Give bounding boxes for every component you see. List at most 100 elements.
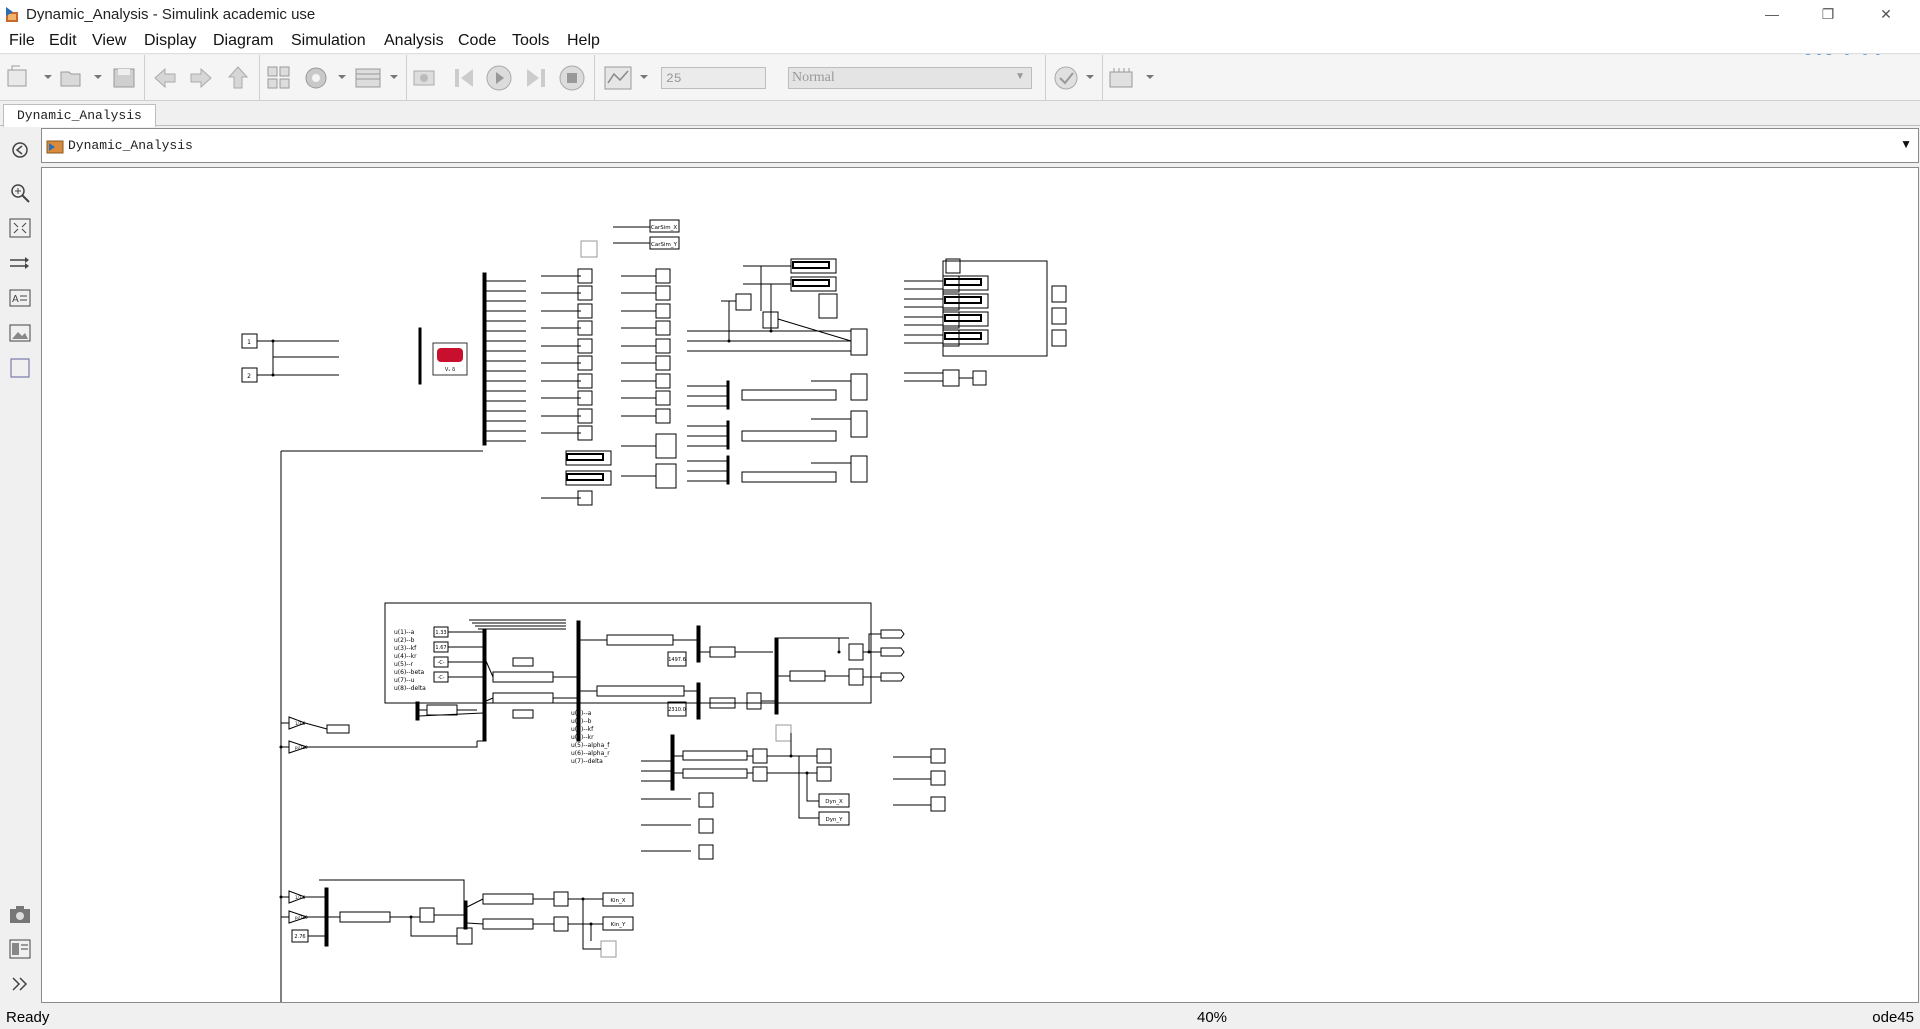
dyn-x-label: Dyn_X [825,799,843,805]
block-diagram[interactable]: 1 2 Vₓ δ CarSim_X CarSim_Y u(1)--a u(2)-… [42,168,1919,1003]
kin-x-label: Kin_X [610,898,625,904]
library-browser-icon[interactable] [266,55,292,101]
tab-dynamic-analysis[interactable]: Dynamic_Analysis [3,104,156,127]
inport-2-label: 2 [247,373,251,380]
const-b: 1.67 [435,645,446,651]
hide-explorer-icon[interactable] [8,138,32,162]
simulink-app-icon [6,7,18,22]
model-config-icon[interactable] [302,55,348,101]
toolbar: 25 Normal ▼ [0,55,1920,101]
menu-view[interactable]: View [92,32,126,50]
menu-code[interactable]: Code [458,32,496,50]
gain-steer-kin: pi/180 [295,915,308,920]
const-kr: -C- [437,675,444,681]
model-icon [46,140,64,154]
build-icon[interactable] [1108,55,1154,101]
simulation-mode-select[interactable]: Normal ▼ [788,67,1032,89]
kin-y-label: Kin_Y [611,922,626,928]
fcn2-line-2: u(2)--b [571,718,592,725]
fcn2-line-7: u(7)--delta [571,758,603,765]
forward-icon[interactable] [188,55,214,101]
breadcrumb-model[interactable]: Dynamic_Analysis [68,138,193,153]
check-icon[interactable] [1052,55,1098,101]
menu-display[interactable]: Display [144,32,196,50]
fcn1-line-7: u(7)--u [394,677,415,684]
zoom-in-icon[interactable] [8,181,32,205]
step-back-icon[interactable] [451,55,479,101]
const-a: 1.33 [435,630,446,636]
fcn1-line-2: u(2)--b [394,637,415,644]
inport-1-label: 1 [247,339,251,346]
title-bar: Dynamic_Analysis - Simulink academic use… [0,0,1920,74]
screenshot-icon[interactable] [8,902,32,926]
fcn1-line-5: u(5)--r [394,661,414,668]
image-icon[interactable] [8,321,32,345]
fcn1-line-3: u(3)--kf [394,645,417,652]
run-icon[interactable] [485,55,513,101]
svg-text:Vₓ δ: Vₓ δ [445,367,455,373]
zoom-level: 40% [1197,1009,1228,1026]
menu-file[interactable]: File [9,32,35,50]
menu-simulation[interactable]: Simulation [291,32,366,50]
stop-time-input[interactable]: 25 [661,67,766,89]
open-icon[interactable] [58,55,104,101]
breadcrumb: Dynamic_Analysis ▼ [41,128,1919,163]
fcn1-line-8: u(8)--delta [394,685,426,692]
simulation-mode-value: Normal [792,70,835,85]
annotation-icon[interactable]: A [8,286,32,310]
carsim-x-label: CarSim_X [651,225,678,231]
explorer-bar-icon[interactable] [8,937,32,961]
const-wheelbase: 2.76 [294,934,305,940]
fcn2-line-5: u(5)--alpha_f [571,742,610,749]
menu-diagram[interactable]: Diagram [213,32,273,50]
fcn1-line-6: u(6)--beta [394,669,424,676]
carsim-subsystem-area: 1 2 Vₓ δ CarSim_X CarSim_Y [241,219,1067,506]
expand-icon[interactable] [8,972,32,996]
menu-bar: File Edit View Display Diagram Simulatio… [0,28,1920,54]
area-icon[interactable] [8,356,32,380]
model-explorer-icon[interactable] [354,55,400,101]
new-model-icon[interactable] [6,55,52,101]
breadcrumb-dropdown-icon[interactable]: ▼ [1900,137,1912,151]
fcn2-line-6: u(6)--alpha_r [571,750,610,757]
fcn2-line-4: u(4)--kr [571,734,594,741]
kinematic-model-area: 1/3.6 pi/180 2.76 Kin_X Kin_Y [281,879,634,958]
const-mass-f: 1497.6 [668,657,686,663]
menu-analysis[interactable]: Analysis [384,32,444,50]
carsim-y-label: CarSim_Y [651,242,678,248]
step-forward-icon[interactable] [521,55,549,101]
minimize-button[interactable]: — [1752,2,1792,26]
fcn2-line-1: u(1)--a [571,710,592,717]
stop-icon[interactable] [558,55,586,101]
up-icon[interactable] [226,55,250,101]
gain-speed-kin: 1/3.6 [295,895,306,900]
model-canvas[interactable]: 1 2 Vₓ δ CarSim_X CarSim_Y u(1)--a u(2)-… [41,167,1919,1003]
scope-data-inspector-icon[interactable] [603,55,653,101]
fcn1-line-4: u(4)--kr [394,653,417,660]
const-kf: -C- [437,660,444,666]
chevron-down-icon: ▼ [1015,71,1025,82]
palette-toolbar: A [0,128,40,1004]
dynamic-model-area: u(1)--a u(2)--b u(3)--kf u(4)--kr u(5)--… [280,450,946,1002]
fcn1-line-1: u(1)--a [394,629,415,636]
menu-help[interactable]: Help [567,32,600,50]
const-mass-r: 2310.0 [668,707,686,713]
model-tab-strip: Dynamic_Analysis [0,101,1920,127]
fit-view-icon[interactable] [8,216,32,240]
record-icon[interactable] [410,55,442,101]
dyn-y-label: Dyn_Y [825,817,843,823]
svg-text:A: A [12,294,19,305]
save-icon[interactable] [112,55,136,101]
menu-tools[interactable]: Tools [512,32,549,50]
gain-steer: pi/180 [295,745,308,750]
fcn2-line-3: u(3)--kf [571,726,594,733]
status-text: Ready [6,1009,50,1026]
window-title: Dynamic_Analysis - Simulink academic use [26,6,316,23]
simulink-window: Dynamic_Analysis - Simulink academic use… [0,0,1920,1029]
menu-edit[interactable]: Edit [49,32,77,50]
solver-name[interactable]: ode45 [1872,1009,1914,1026]
back-icon[interactable] [152,55,178,101]
arrow-icon[interactable] [8,251,32,275]
gain-speed: 1/3.6 [295,721,306,726]
status-bar: Ready 40% ode45 [0,1006,1920,1029]
